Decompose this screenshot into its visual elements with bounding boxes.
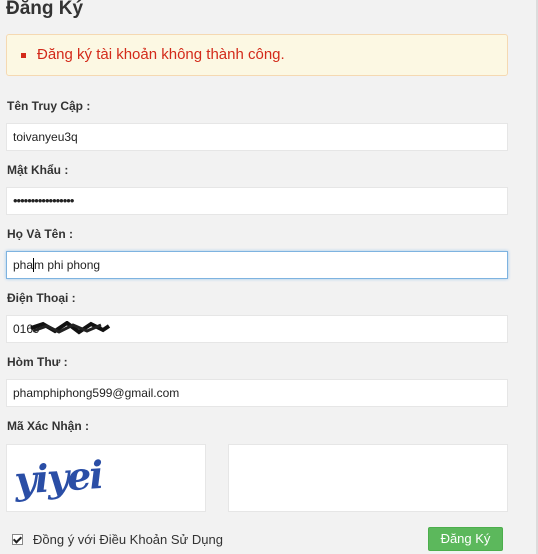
bullet-icon	[21, 53, 26, 58]
email-field[interactable]: phamphiphong599@gmail.com	[6, 379, 508, 407]
phone-field[interactable]: 0169	[6, 315, 508, 343]
fullname-field[interactable]: pham phi phong	[6, 251, 508, 279]
fullname-value-end: m phi phong	[34, 258, 101, 272]
redaction-scribble	[30, 321, 111, 335]
fullname-value-start: pha	[13, 258, 34, 272]
phone-label: Điện Thoại :	[7, 291, 76, 305]
error-message: Đăng ký tài khoản không thành công.	[37, 46, 285, 63]
username-label: Tên Truy Cập :	[7, 99, 91, 113]
password-label: Mật Khẩu :	[7, 163, 69, 177]
page-title: Đăng Ký	[6, 0, 84, 19]
agree-checkbox[interactable]	[12, 534, 23, 545]
captcha-input[interactable]	[228, 444, 508, 512]
fullname-label: Họ Và Tên :	[7, 227, 74, 241]
captcha-graphic: yiyei	[12, 452, 104, 503]
captcha-label: Mã Xác Nhận :	[7, 419, 90, 433]
captcha-image: yiyei	[6, 444, 206, 512]
email-label: Hòm Thư :	[7, 355, 68, 369]
username-field[interactable]: toivanyeu3q	[6, 123, 508, 151]
submit-button[interactable]: Đăng Ký	[428, 527, 503, 551]
agree-label: Đồng ý với Điều Khoản Sử Dụng	[33, 532, 223, 547]
captcha-text: yiyei	[12, 452, 104, 503]
error-alert: Đăng ký tài khoản không thành công.	[6, 34, 508, 76]
username-value: toivanyeu3q	[13, 130, 78, 144]
agree-row[interactable]: Đồng ý với Điều Khoản Sử Dụng	[12, 532, 223, 547]
password-value: •••••••••••••••••	[13, 193, 74, 208]
email-value: phamphiphong599@gmail.com	[13, 386, 180, 400]
password-field[interactable]: •••••••••••••••••	[6, 187, 508, 215]
